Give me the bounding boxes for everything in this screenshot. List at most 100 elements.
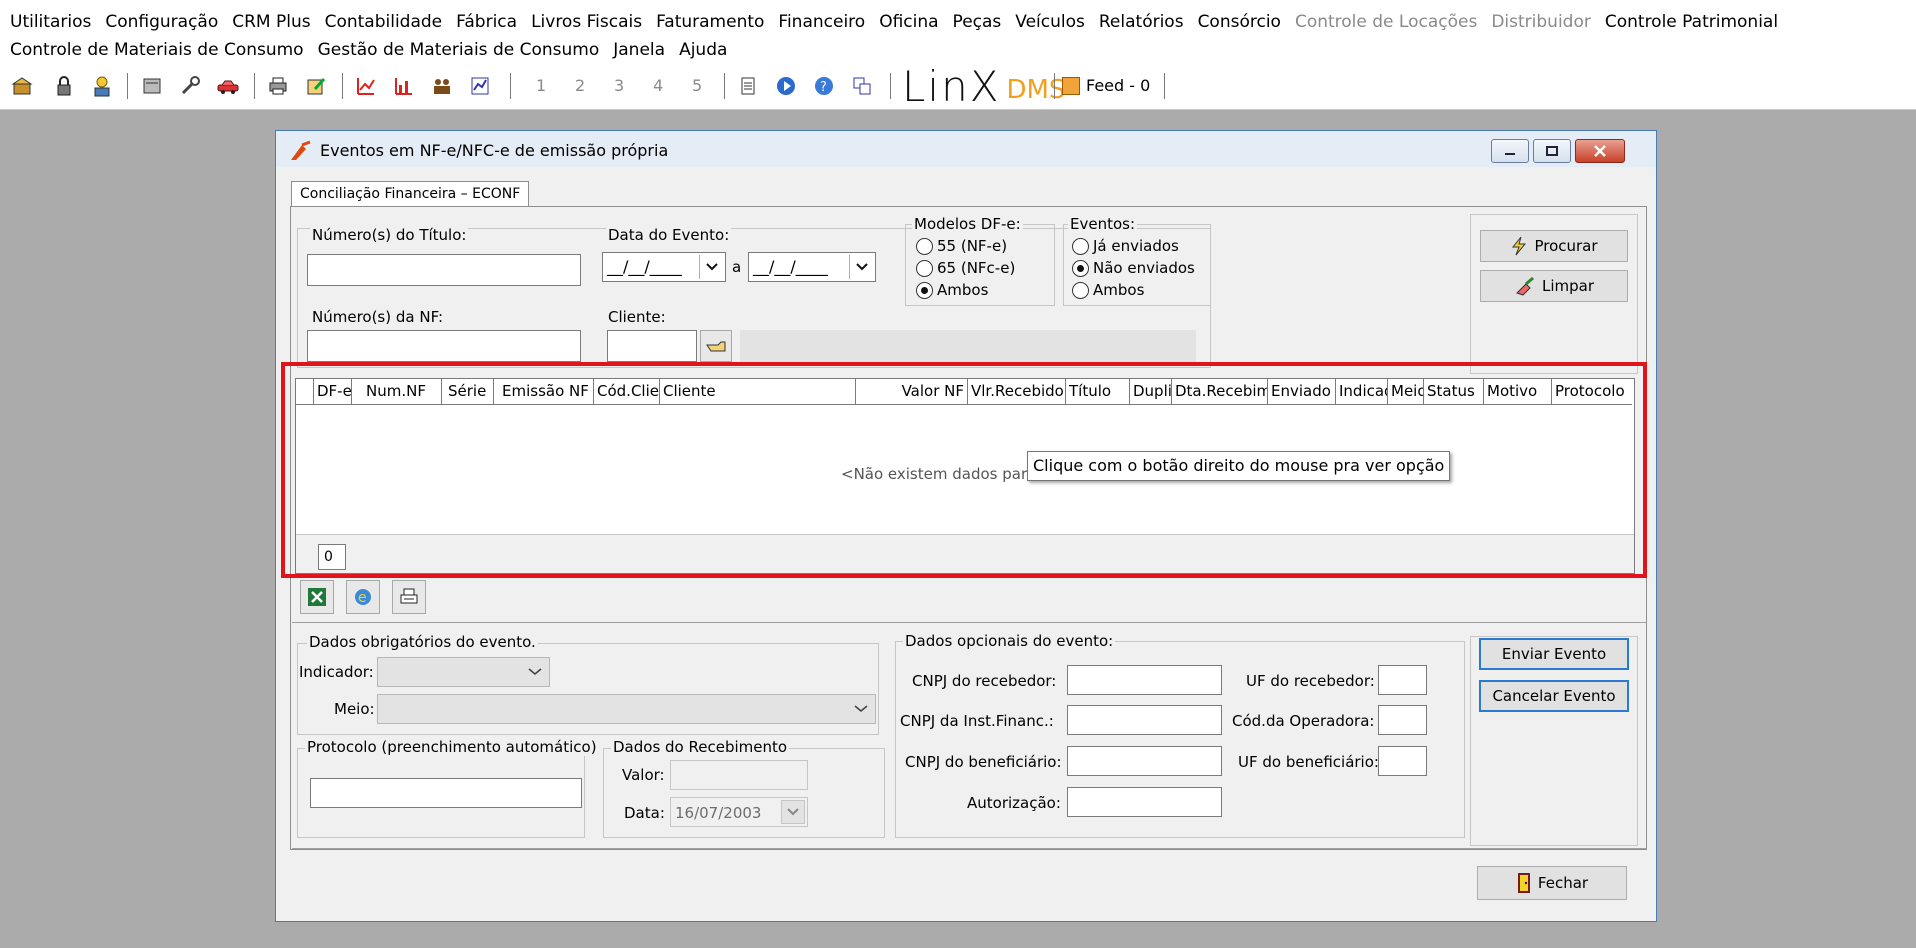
nf-input[interactable] bbox=[307, 330, 581, 362]
data-recebimento-picker[interactable]: 16/07/2003 bbox=[670, 797, 808, 827]
user-icon[interactable] bbox=[88, 73, 116, 99]
menu-livros-fiscais[interactable]: Livros Fiscais bbox=[531, 12, 642, 32]
radio-modelo-ambos[interactable]: Ambos bbox=[916, 281, 988, 299]
radio-eventos-enviados[interactable]: Já enviados bbox=[1072, 237, 1179, 255]
procurar-button[interactable]: Procurar bbox=[1480, 230, 1628, 262]
people-icon[interactable] bbox=[428, 73, 456, 99]
chevron-down-icon bbox=[781, 800, 805, 824]
cancelar-evento-button[interactable]: Cancelar Evento bbox=[1479, 680, 1629, 712]
uf-benef-input[interactable] bbox=[1378, 746, 1427, 776]
document-icon[interactable] bbox=[734, 73, 762, 99]
export-excel-button[interactable] bbox=[300, 580, 334, 614]
menu-janela[interactable]: Janela bbox=[613, 40, 665, 60]
menu-oficina[interactable]: Oficina bbox=[879, 12, 938, 32]
menu-configuracao[interactable]: Configuração bbox=[105, 12, 218, 32]
menu-veiculos[interactable]: Veículos bbox=[1015, 12, 1085, 32]
indicador-select[interactable] bbox=[377, 657, 550, 687]
menu-row-1: Utilitarios Configuração CRM Plus Contab… bbox=[10, 12, 1792, 32]
cnpj-benef-label: CNPJ do beneficiário: bbox=[905, 753, 1062, 771]
radio-label: 65 (NFc-e) bbox=[937, 259, 1016, 277]
menu-ajuda[interactable]: Ajuda bbox=[679, 40, 727, 60]
printer-icon bbox=[400, 588, 418, 604]
page-5-button[interactable]: 5 bbox=[692, 76, 702, 95]
menu-faturamento[interactable]: Faturamento bbox=[656, 12, 764, 32]
radio-eventos-ambos[interactable]: Ambos bbox=[1072, 281, 1144, 299]
menu-gestao-materiais[interactable]: Gestão de Materiais de Consumo bbox=[318, 40, 600, 60]
edit-icon[interactable] bbox=[302, 73, 330, 99]
menu-controle-patrimonial[interactable]: Controle Patrimonial bbox=[1605, 12, 1778, 32]
minimize-button[interactable] bbox=[1491, 139, 1529, 163]
procurar-label: Procurar bbox=[1534, 237, 1598, 255]
meio-select[interactable] bbox=[377, 694, 876, 724]
chevron-down-icon bbox=[849, 255, 873, 279]
uf-recebedor-input[interactable] bbox=[1378, 665, 1427, 695]
highlight-box bbox=[281, 362, 1647, 578]
chart-icon[interactable] bbox=[352, 73, 380, 99]
limpar-button[interactable]: Limpar bbox=[1480, 270, 1628, 302]
page-1-button[interactable]: 1 bbox=[536, 76, 546, 95]
menu-financeiro[interactable]: Financeiro bbox=[778, 12, 865, 32]
bar-chart-icon[interactable] bbox=[390, 73, 418, 99]
menu-controle-materiais[interactable]: Controle de Materiais de Consumo bbox=[10, 40, 304, 60]
close-button[interactable] bbox=[1575, 139, 1625, 163]
date-from-picker[interactable]: __/__/____ bbox=[602, 252, 726, 282]
lightning-icon bbox=[1510, 236, 1528, 256]
graph-icon[interactable] bbox=[466, 73, 494, 99]
page-3-button[interactable]: 3 bbox=[614, 76, 624, 95]
cnpj-recebedor-input[interactable] bbox=[1067, 665, 1222, 695]
maximize-button[interactable] bbox=[1533, 139, 1571, 163]
menu-consorcio[interactable]: Consórcio bbox=[1198, 12, 1281, 32]
footer-divider bbox=[292, 848, 1647, 849]
menu-controle-locacoes: Controle de Locações bbox=[1294, 12, 1478, 32]
wrench-icon[interactable] bbox=[176, 73, 204, 99]
menu-pecas[interactable]: Peças bbox=[953, 12, 1002, 32]
printer-icon[interactable] bbox=[264, 73, 292, 99]
radio-label: Não enviados bbox=[1093, 259, 1195, 277]
data-label: Data: bbox=[624, 804, 665, 822]
menu-contabilidade[interactable]: Contabilidade bbox=[325, 12, 443, 32]
page-2-button[interactable]: 2 bbox=[575, 76, 585, 95]
window-title: Eventos em NF-e/NFC-e de emissão própria bbox=[320, 141, 669, 160]
lock-icon[interactable] bbox=[50, 73, 78, 99]
window-icon[interactable] bbox=[848, 73, 876, 99]
svg-text:e: e bbox=[358, 590, 367, 606]
fechar-button[interactable]: Fechar bbox=[1477, 866, 1627, 900]
modelos-label: Modelos DF-e: bbox=[912, 215, 1023, 233]
window-titlebar[interactable]: Eventos em NF-e/NFC-e de emissão própria bbox=[276, 131, 1656, 167]
bank-icon[interactable] bbox=[8, 73, 36, 99]
titulo-input[interactable] bbox=[307, 254, 581, 286]
cancelar-label: Cancelar Evento bbox=[1492, 687, 1616, 705]
date-separator: a bbox=[732, 258, 742, 276]
page-4-button[interactable]: 4 bbox=[653, 76, 663, 95]
radio-modelo-65[interactable]: 65 (NFc-e) bbox=[916, 259, 1015, 277]
play-icon[interactable] bbox=[772, 73, 800, 99]
protocolo-input[interactable] bbox=[310, 778, 582, 808]
eraser-icon bbox=[1514, 276, 1536, 296]
radio-eventos-nao-enviados[interactable]: Não enviados bbox=[1072, 259, 1195, 277]
valor-input[interactable] bbox=[670, 760, 808, 790]
print-button[interactable] bbox=[392, 580, 426, 614]
cliente-search-button[interactable] bbox=[700, 330, 732, 362]
help-icon[interactable]: ? bbox=[810, 73, 838, 99]
cliente-input[interactable] bbox=[607, 330, 697, 362]
enviar-evento-button[interactable]: Enviar Evento bbox=[1479, 638, 1629, 670]
protocolo-label: Protocolo (preenchimento automático) bbox=[305, 738, 599, 756]
cnpj-benef-input[interactable] bbox=[1067, 746, 1222, 776]
menu-utilitarios[interactable]: Utilitarios bbox=[10, 12, 91, 32]
menu-relatorios[interactable]: Relatórios bbox=[1099, 12, 1184, 32]
menu-fabrica[interactable]: Fábrica bbox=[456, 12, 517, 32]
cod-operadora-input[interactable] bbox=[1378, 705, 1427, 735]
tab-conciliacao-financeira[interactable]: Conciliação Financeira – ECONF bbox=[291, 181, 530, 207]
menu-crm-plus[interactable]: CRM Plus bbox=[232, 12, 310, 32]
cnpj-inst-input[interactable] bbox=[1067, 705, 1222, 735]
date-to-picker[interactable]: __/__/____ bbox=[748, 252, 876, 282]
data-recebimento-value: 16/07/2003 bbox=[675, 804, 762, 822]
autorizacao-input[interactable] bbox=[1067, 787, 1222, 817]
obrigatorios-label: Dados obrigatórios do evento. bbox=[307, 633, 538, 651]
feed-button[interactable]: Feed - 0 bbox=[1062, 76, 1150, 95]
car-icon[interactable] bbox=[214, 73, 242, 99]
radio-modelo-55[interactable]: 55 (NF-e) bbox=[916, 237, 1007, 255]
export-browser-button[interactable]: e bbox=[346, 580, 380, 614]
tools-icon[interactable] bbox=[138, 73, 166, 99]
radio-label: Ambos bbox=[937, 281, 989, 299]
